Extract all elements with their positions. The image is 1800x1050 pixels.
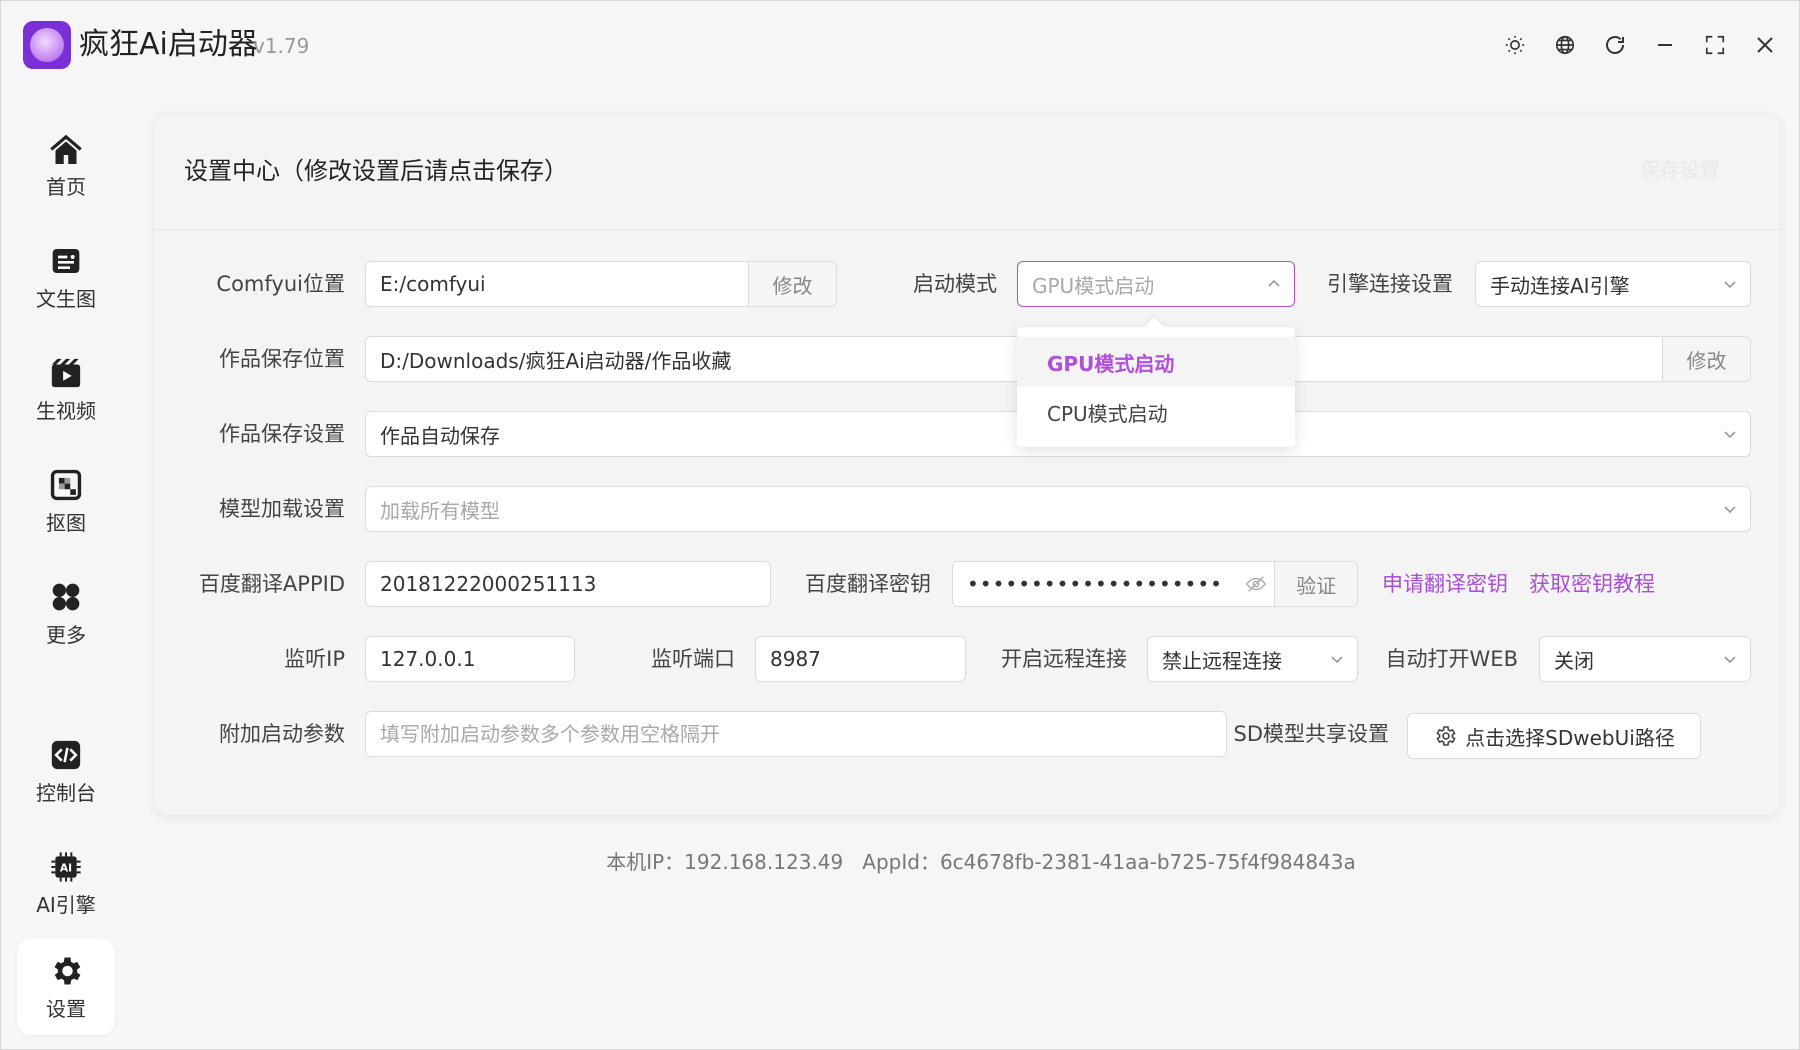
comfyui-location-input[interactable] <box>366 262 748 306</box>
panel-header: 设置中心（修改设置后请点击保存） 保存设置 <box>154 114 1780 230</box>
theme-toggle-button[interactable] <box>1499 29 1531 61</box>
engine-connection-value: 手动连接AI引擎 <box>1490 273 1630 298</box>
page-title: 设置中心（修改设置后请点击保存） <box>184 157 568 185</box>
maximize-button[interactable] <box>1699 29 1731 61</box>
comfyui-location-field: 修改 <box>365 261 837 307</box>
apply-key-link[interactable]: 申请翻译密钥 <box>1382 571 1508 597</box>
sidebar-item-label: AI引擎 <box>36 893 96 917</box>
extra-args-field <box>365 711 1227 757</box>
listen-ip-input[interactable] <box>366 637 574 681</box>
listen-port-field <box>755 636 966 682</box>
sidebar-item-more[interactable]: 更多 <box>17 565 115 661</box>
model-loading-placeholder: 加载所有模型 <box>380 498 500 523</box>
remote-connection-value: 禁止远程连接 <box>1162 648 1282 673</box>
cutout-icon <box>48 467 84 503</box>
eye-off-icon[interactable] <box>1237 562 1275 606</box>
more-icon <box>48 579 84 615</box>
language-button[interactable] <box>1549 29 1581 61</box>
refresh-button[interactable] <box>1599 29 1631 61</box>
theme-icon <box>1505 35 1525 55</box>
console-icon <box>48 737 84 773</box>
launch-mode-option-cpu[interactable]: CPU模式启动 <box>1017 387 1295 437</box>
settings-icon <box>48 953 84 989</box>
sidebar-item-label: 首页 <box>46 175 86 199</box>
baidu-key-value[interactable]: •••••••••••••••••••• <box>953 562 1237 606</box>
app-title: 疯狂Ai启动器 <box>79 27 258 62</box>
baidu-key-field: •••••••••••••••••••• 验证 <box>952 561 1358 607</box>
footer-info: 本机IP：192.168.123.49 AppId：6c4678fb-2381-… <box>606 850 1356 874</box>
launch-mode-dropdown: GPU模式启动 CPU模式启动 <box>1017 327 1295 447</box>
chevron-down-icon <box>1710 487 1750 531</box>
close-button[interactable] <box>1749 29 1781 61</box>
extra-args-label: 附加启动参数 <box>219 722 345 746</box>
language-icon <box>1555 35 1575 55</box>
listen-port-input[interactable] <box>756 637 965 681</box>
engine-connection-select[interactable]: 手动连接AI引擎 <box>1475 261 1751 307</box>
auto-open-web-select[interactable]: 关闭 <box>1539 636 1751 682</box>
listen-ip-label: 监听IP <box>284 647 345 671</box>
model-loading-label: 模型加载设置 <box>219 497 345 521</box>
sidebar-item-video[interactable]: 生视频 <box>17 341 115 437</box>
app-window: 疯狂Ai启动器 v1.79 首页 文生图 生视频 抠图 更多 控制台 AI AI… <box>0 0 1800 1050</box>
baidu-appid-label: 百度翻译APPID <box>198 572 345 596</box>
minimize-icon <box>1658 44 1672 46</box>
works-save-location-label: 作品保存位置 <box>219 347 345 371</box>
verify-button[interactable]: 验证 <box>1274 562 1357 606</box>
chevron-down-icon <box>1710 262 1750 306</box>
baidu-key-label: 百度翻译密钥 <box>805 572 931 596</box>
chevron-down-icon <box>1710 412 1750 456</box>
select-sdwebui-path-label: 点击选择SDwebUi路径 <box>1465 725 1675 750</box>
close-icon <box>1757 37 1773 53</box>
remote-connection-select[interactable]: 禁止远程连接 <box>1147 636 1358 682</box>
sidebar-item-label: 抠图 <box>46 511 86 535</box>
works-save-location-modify-button[interactable]: 修改 <box>1662 337 1750 381</box>
listen-ip-field <box>365 636 575 682</box>
chevron-down-icon <box>1710 637 1750 681</box>
sd-model-share-label: SD模型共享设置 <box>1233 722 1390 746</box>
select-sdwebui-path-button[interactable]: 点击选择SDwebUi路径 <box>1407 713 1701 759</box>
model-loading-select[interactable]: 加载所有模型 <box>365 486 1751 532</box>
listen-port-label: 监听端口 <box>651 647 735 671</box>
title-bar: 疯狂Ai启动器 v1.79 <box>1 1 1800 89</box>
sidebar-item-label: 控制台 <box>36 781 96 805</box>
baidu-appid-input[interactable] <box>366 562 770 606</box>
app-version: v1.79 <box>253 34 310 58</box>
works-save-setting-label: 作品保存设置 <box>219 422 345 446</box>
refresh-icon <box>1606 36 1624 54</box>
auto-open-web-value: 关闭 <box>1554 648 1594 673</box>
launch-mode-label: 启动模式 <box>913 272 997 296</box>
save-settings-button[interactable]: 保存设置 <box>1640 158 1720 184</box>
remote-connection-label: 开启远程连接 <box>1001 647 1127 671</box>
works-save-location-input[interactable] <box>366 337 1662 381</box>
sidebar-item-cutout[interactable]: 抠图 <box>17 453 115 549</box>
sidebar-item-label: 更多 <box>46 623 86 647</box>
sidebar-item-home[interactable]: 首页 <box>17 117 115 213</box>
chevron-up-icon <box>1254 262 1294 306</box>
sidebar-item-label: 生视频 <box>36 399 96 423</box>
key-tutorial-link[interactable]: 获取密钥教程 <box>1529 571 1655 597</box>
extra-args-input[interactable] <box>366 712 1226 756</box>
sidebar: 首页 文生图 生视频 抠图 更多 控制台 AI AI引擎 设置 <box>1 101 131 1050</box>
gear-icon <box>1436 726 1456 746</box>
engine-connection-label: 引擎连接设置 <box>1327 272 1453 296</box>
sidebar-item-text-to-image[interactable]: 文生图 <box>17 229 115 325</box>
sidebar-item-label: 文生图 <box>36 287 96 311</box>
text-to-image-icon <box>48 243 84 279</box>
video-icon <box>48 355 84 391</box>
sidebar-item-label: 设置 <box>46 997 86 1021</box>
baidu-appid-field <box>365 561 771 607</box>
sidebar-item-console[interactable]: 控制台 <box>17 723 115 819</box>
auto-open-web-label: 自动打开WEB <box>1385 647 1518 671</box>
launch-mode-option-gpu[interactable]: GPU模式启动 <box>1017 337 1295 387</box>
minimize-button[interactable] <box>1649 29 1681 61</box>
comfyui-location-label: Comfyui位置 <box>216 272 345 296</box>
chevron-down-icon <box>1317 637 1357 681</box>
comfyui-location-modify-button[interactable]: 修改 <box>748 262 836 306</box>
launch-mode-placeholder: GPU模式启动 <box>1032 273 1155 298</box>
launch-mode-select[interactable]: GPU模式启动 <box>1017 261 1295 307</box>
maximize-icon <box>1705 35 1725 55</box>
sidebar-item-settings[interactable]: 设置 <box>17 939 115 1035</box>
app-logo <box>23 21 71 69</box>
home-icon <box>48 131 84 167</box>
